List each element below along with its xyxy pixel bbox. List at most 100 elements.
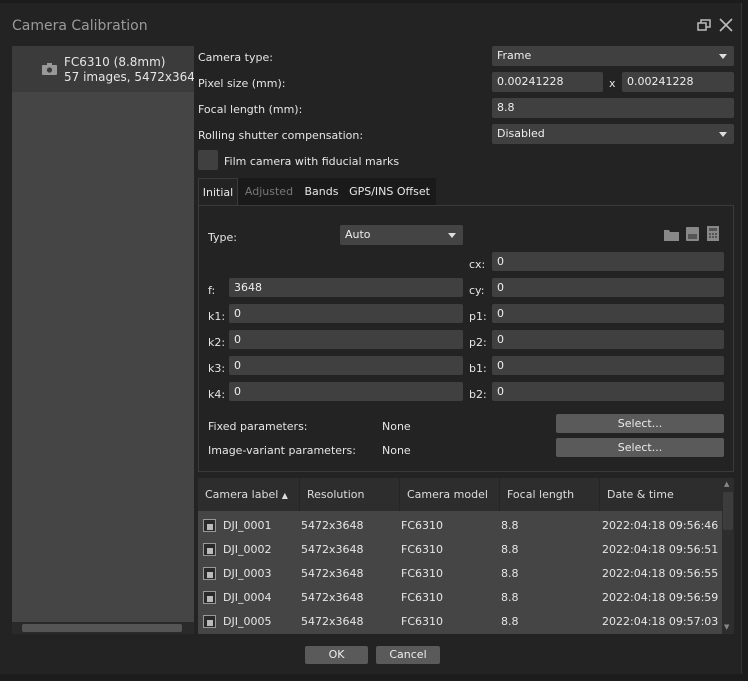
focal-length-input[interactable]: 8.8 [492, 98, 734, 118]
tab-initial[interactable]: Initial [198, 178, 238, 205]
column-header-camera-label[interactable]: Camera label ▲ [198, 478, 300, 511]
table-cell: DJI_0004 [223, 591, 272, 604]
tab-bands[interactable]: Bands [300, 178, 343, 205]
sort-ascending-icon: ▲ [281, 491, 288, 500]
table-cell: FC6310 [401, 567, 444, 580]
folder-open-icon[interactable] [664, 228, 679, 241]
camera-list-item[interactable]: FC6310 (8.8mm) 57 images, 5472x3648 pix [12, 46, 194, 92]
k4-label: k4: [208, 388, 226, 401]
fixed-parameters-select-button[interactable]: Select... [556, 414, 724, 433]
scrollbar-thumb[interactable] [723, 492, 733, 530]
type-label: Type: [208, 231, 237, 244]
table-header: Camera label ▲ Resolution Camera model F… [198, 478, 722, 511]
column-header-focal-length[interactable]: Focal length [500, 478, 600, 511]
initial-panel: Type: Auto cx: 0 f: 3648 cy: 0 k1: 0 p1:… [198, 205, 734, 472]
k1-label: k1: [208, 310, 226, 323]
camera-list: FC6310 (8.8mm) 57 images, 5472x3648 pix [12, 46, 194, 634]
camera-type-select[interactable]: Frame [492, 46, 734, 66]
table-cell: 5472x3648 [301, 519, 364, 532]
table-row[interactable]: DJI_0001 5472x3648 FC6310 8.8 2022:04:18 09:… [198, 514, 722, 538]
b1-input[interactable]: 0 [492, 356, 724, 375]
fixed-parameters-value: None [382, 420, 411, 433]
dialog-title: Camera Calibration [12, 18, 148, 34]
ok-button[interactable]: OK [305, 646, 368, 664]
pixel-size-label: Pixel size (mm): [198, 77, 286, 90]
tab-gps-ins-offset[interactable]: GPS/INS Offset [343, 178, 436, 205]
image-variant-select-button[interactable]: Select... [556, 438, 724, 457]
table-cell: DJI_0005 [223, 615, 272, 628]
table-row[interactable]: DJI_0005 5472x3648 FC6310 8.8 2022:04:18 09:… [198, 610, 722, 634]
k2-input[interactable]: 0 [229, 330, 463, 349]
table-cell: 8.8 [501, 591, 519, 604]
table-row[interactable]: DJI_0004 5472x3648 FC6310 8.8 2022:04:18 09:… [198, 586, 722, 610]
camera-calibration-dialog: Camera Calibration FC6310 (8.8mm) 57 ima… [0, 3, 742, 674]
images-table: Camera label ▲ Resolution Camera model F… [198, 478, 734, 634]
table-cell: DJI_0001 [223, 519, 272, 532]
table-row[interactable]: DJI_0003 5472x3648 FC6310 8.8 2022:04:18 09:… [198, 562, 722, 586]
table-cell: 8.8 [501, 567, 519, 580]
column-header-resolution[interactable]: Resolution [300, 478, 400, 511]
cy-input[interactable]: 0 [492, 278, 724, 297]
table-cell: 2022:04:18 09:56:59 [602, 591, 719, 604]
table-cell: 2022:04:18 09:57:03 [602, 615, 719, 628]
pixel-size-separator: x [609, 77, 616, 90]
table-cell: DJI_0002 [223, 543, 272, 556]
image-icon [203, 519, 216, 532]
p1-label: p1: [469, 310, 487, 323]
cy-label: cy: [469, 284, 485, 297]
column-header-camera-model[interactable]: Camera model [400, 478, 500, 511]
film-camera-checkbox[interactable] [198, 150, 218, 170]
f-label: f: [208, 284, 216, 297]
k2-label: k2: [208, 336, 226, 349]
b2-input[interactable]: 0 [492, 382, 724, 401]
table-cell: FC6310 [401, 591, 444, 604]
table-cell: 8.8 [501, 519, 519, 532]
fixed-parameters-label: Fixed parameters: [208, 420, 308, 433]
film-camera-label: Film camera with fiducial marks [224, 155, 400, 168]
pixel-size-y-input[interactable]: 0.00241228 [622, 72, 734, 92]
column-header-date-time[interactable]: Date & time [600, 478, 722, 511]
camera-name: FC6310 (8.8mm) [64, 55, 166, 69]
rolling-shutter-select[interactable]: Disabled [492, 124, 734, 144]
table-cell: FC6310 [401, 543, 444, 556]
p2-label: p2: [469, 336, 487, 349]
camera-icon [42, 63, 57, 75]
k1-input[interactable]: 0 [229, 304, 463, 323]
header-text: Camera label [205, 488, 279, 501]
save-icon[interactable] [686, 227, 699, 241]
image-icon [203, 543, 216, 556]
image-variant-parameters-label: Image-variant parameters: [208, 444, 356, 457]
vertical-scrollbar[interactable]: ▲ ▼ [722, 478, 734, 634]
image-variant-parameters-value: None [382, 444, 411, 457]
cx-label: cx: [469, 258, 486, 271]
calculator-icon[interactable] [707, 226, 719, 241]
p1-input[interactable]: 0 [492, 304, 724, 323]
table-cell: FC6310 [401, 615, 444, 628]
image-icon [203, 591, 216, 604]
p2-input[interactable]: 0 [492, 330, 724, 349]
table-cell: 8.8 [501, 543, 519, 556]
cancel-button[interactable]: Cancel [376, 646, 440, 664]
table-cell: 5472x3648 [301, 591, 364, 604]
table-row[interactable]: DJI_0002 5472x3648 FC6310 8.8 2022:04:18 09:… [198, 538, 722, 562]
b1-label: b1: [469, 362, 487, 375]
close-icon[interactable] [719, 18, 733, 32]
k4-input[interactable]: 0 [229, 382, 463, 401]
f-input[interactable]: 3648 [229, 278, 463, 297]
table-cell: 8.8 [501, 615, 519, 628]
pixel-size-x-input[interactable]: 0.00241228 [492, 72, 603, 92]
restore-icon[interactable] [697, 19, 711, 31]
focal-length-label: Focal length (mm): [198, 103, 303, 116]
camera-info: 57 images, 5472x3648 pix [64, 70, 194, 84]
cx-input[interactable]: 0 [492, 252, 724, 271]
type-select[interactable]: Auto [340, 225, 463, 245]
table-cell: 2022:04:18 09:56:55 [602, 567, 719, 580]
b2-label: b2: [469, 388, 487, 401]
table-cell: 2022:04:18 09:56:51 [602, 543, 719, 556]
k3-input[interactable]: 0 [229, 356, 463, 375]
horizontal-scrollbar[interactable] [12, 622, 194, 634]
tab-adjusted[interactable]: Adjusted [238, 178, 300, 205]
table-cell: 5472x3648 [301, 543, 364, 556]
table-cell: 5472x3648 [301, 615, 364, 628]
table-cell: FC6310 [401, 519, 444, 532]
